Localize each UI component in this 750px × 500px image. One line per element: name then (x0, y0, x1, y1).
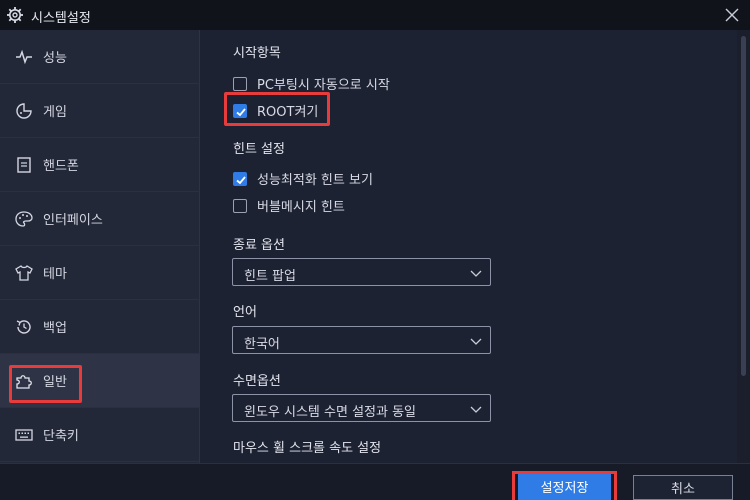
sidebar-item-label: 백업 (43, 321, 67, 336)
title-bar: 시스템설정 (0, 0, 750, 30)
sidebar-item-label: 성능 (43, 51, 67, 66)
checkbox-perf-hint[interactable]: 성능최적화 힌트 보기 (233, 169, 373, 188)
sidebar-item-shortcut[interactable]: 단축키 (0, 408, 200, 462)
checkbox-label: PC부팅시 자동으로 시작 (257, 78, 390, 93)
backup-icon (16, 319, 31, 334)
scrollbar[interactable] (737, 30, 750, 463)
pulse-icon (16, 49, 32, 64)
section-title-exit-option: 종료 옵션 (233, 238, 285, 253)
sidebar-item-phone[interactable]: 핸드폰 (0, 138, 200, 192)
language-select[interactable]: 한국어 (232, 326, 491, 354)
sidebar-item-game[interactable]: 게임 (0, 84, 200, 138)
palette-icon (15, 210, 33, 227)
sidebar-item-backup[interactable]: 백업 (0, 300, 200, 354)
shirt-icon (15, 264, 33, 281)
close-icon[interactable] (722, 5, 742, 25)
section-title-startup: 시작항목 (233, 46, 281, 61)
checkbox-box[interactable] (233, 198, 247, 213)
highlight-box (224, 92, 330, 126)
select-value: 윈도우 시스템 수면 설정과 동일 (244, 405, 417, 420)
sidebar-item-label: 게임 (43, 105, 67, 120)
gear-icon (7, 7, 23, 23)
check-icon (236, 175, 246, 184)
chevron-down-icon (470, 406, 482, 413)
sidebar-item-interface[interactable]: 인터페이스 (0, 192, 200, 246)
exit-option-select[interactable]: 힌트 팝업 (232, 258, 491, 286)
sidebar: 성능 게임 핸드폰 인터페이스 테마 백업 일반 단축키 (0, 30, 200, 463)
sidebar-item-performance[interactable]: 성능 (0, 30, 200, 84)
highlight-box (9, 365, 82, 403)
cancel-button[interactable]: 취소 (633, 475, 733, 500)
section-title-language: 언어 (233, 305, 257, 320)
section-title-sleep-option: 수면옵션 (233, 374, 281, 389)
select-value: 힌트 팝업 (244, 269, 296, 284)
gamepad-icon (16, 102, 32, 119)
phone-icon (17, 156, 31, 173)
section-title-hints: 힌트 설정 (233, 142, 285, 157)
scrollbar-thumb[interactable] (741, 36, 746, 376)
section-title-mouse-wheel: 마우스 휠 스크롤 속도 설정 (233, 441, 382, 456)
checkbox-pc-boot-autostart[interactable]: PC부팅시 자동으로 시작 (233, 74, 390, 93)
select-value: 한국어 (244, 337, 280, 352)
sidebar-item-label: 테마 (43, 267, 67, 282)
settings-panel: 시작항목 PC부팅시 자동으로 시작 ROOT켜기 힌트 설정 성능최적화 힌트… (200, 30, 737, 463)
chevron-down-icon (470, 338, 482, 345)
keyboard-icon (15, 428, 33, 441)
highlight-box (512, 471, 617, 500)
chevron-down-icon (470, 270, 482, 277)
sidebar-item-theme[interactable]: 테마 (0, 246, 200, 300)
sidebar-item-label: 핸드폰 (43, 159, 79, 174)
checkbox-label: 버블메시지 힌트 (257, 200, 345, 215)
checkbox-box[interactable] (233, 171, 247, 186)
checkbox-label: 성능최적화 힌트 보기 (257, 173, 373, 188)
checkbox-bubble-hint[interactable]: 버블메시지 힌트 (233, 196, 345, 215)
checkbox-box[interactable] (233, 76, 247, 91)
sleep-option-select[interactable]: 윈도우 시스템 수면 설정과 동일 (232, 394, 491, 422)
sidebar-item-label: 단축키 (43, 429, 79, 444)
window-title: 시스템설정 (31, 11, 91, 26)
sidebar-item-label: 인터페이스 (43, 213, 103, 228)
